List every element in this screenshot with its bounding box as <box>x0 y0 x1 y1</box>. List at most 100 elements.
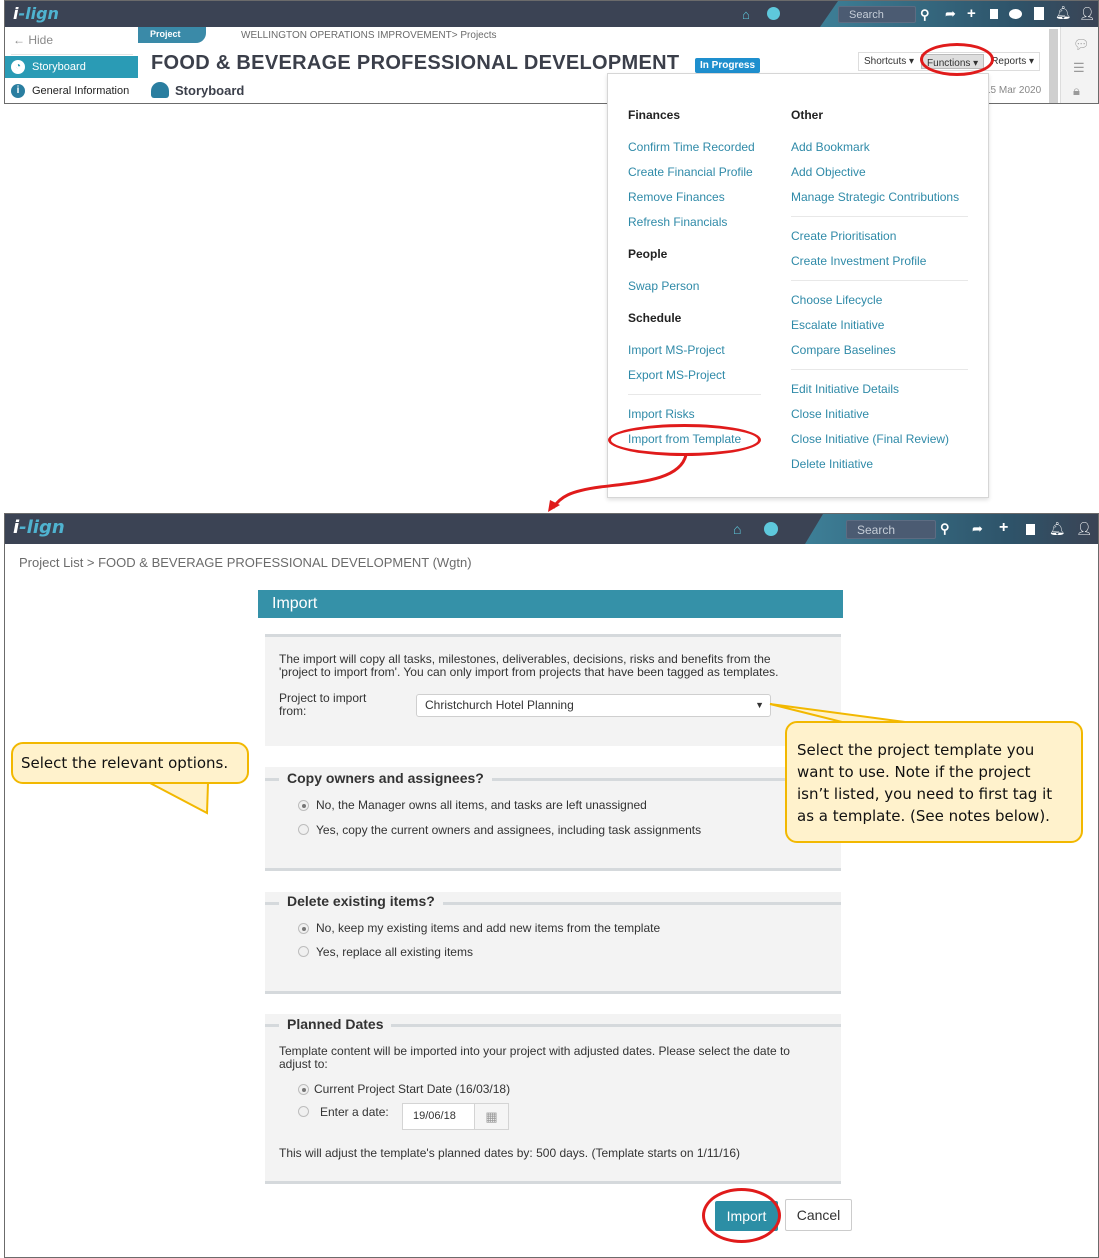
project-label-line2: from: <box>279 704 307 718</box>
menu-item-create-investment-profile[interactable]: Create Investment Profile <box>791 254 926 268</box>
calendar-icon[interactable]: ▦ <box>474 1104 508 1129</box>
cancel-button[interactable]: Cancel <box>785 1199 852 1231</box>
menu-item-manage-strategic-contributions[interactable]: Manage Strategic Contributions <box>791 190 959 204</box>
bell-icon[interactable]: 🔔︎ <box>1055 6 1072 19</box>
menu-item-add-bookmark[interactable]: Add Bookmark <box>791 140 870 154</box>
menu-item-swap-person[interactable]: Swap Person <box>628 279 699 293</box>
date-input[interactable]: 19/06/18 ▦ <box>402 1103 509 1130</box>
menu-item-delete-initiative[interactable]: Delete Initiative <box>791 457 873 471</box>
sidebar: ← Hide ◔ Storyboard i General Informatio… <box>5 27 138 103</box>
radio-label[interactable]: No, the Manager owns all items, and task… <box>316 798 647 812</box>
action-buttons: Shortcuts ▾ Functions ▾ Reports ▾ <box>858 52 1041 71</box>
menu-item-create-financial-profile[interactable]: Create Financial Profile <box>628 165 753 179</box>
adjust-days-text: This will adjust the template's planned … <box>279 1146 740 1160</box>
right-icon-strip: 💬︎ ☰ 🔒︎ <box>1060 27 1098 103</box>
menu-heading-schedule: Schedule <box>628 311 682 325</box>
menu-item-import-risks[interactable]: Import Risks <box>628 407 695 421</box>
dropdown-arrow-icon: ▼ <box>755 700 764 710</box>
radio-label[interactable]: Enter a date: <box>320 1105 389 1119</box>
radio-copy-owners-no[interactable] <box>298 800 309 811</box>
menu-heading-finances: Finances <box>628 108 681 122</box>
scrollbar[interactable] <box>1049 29 1058 103</box>
radio-current-start-date[interactable] <box>298 1084 309 1095</box>
info-icon: i <box>11 84 25 98</box>
breadcrumb[interactable]: WELLINGTON OPERATIONS IMPROVEMENT> Proje… <box>241 30 497 41</box>
user-icon[interactable]: 👤︎ <box>1079 7 1096 20</box>
radio-label[interactable]: No, keep my existing items and add new i… <box>316 921 660 935</box>
search-input[interactable]: Search <box>838 6 916 23</box>
app-logo[interactable]: i-lign <box>13 4 59 23</box>
user-icon[interactable]: 👤︎ <box>1076 522 1093 535</box>
import-source-panel: The import will copy all tasks, mileston… <box>265 634 841 746</box>
share-icon[interactable]: ➦ <box>972 522 983 535</box>
menu-item-add-objective[interactable]: Add Objective <box>791 165 866 179</box>
radio-label[interactable]: Yes, replace all existing items <box>316 945 473 959</box>
share-icon[interactable]: ➦ <box>945 7 956 20</box>
page-title: FOOD & BEVERAGE PROFESSIONAL DEVELOPMENT <box>151 52 680 74</box>
app-logo[interactable]: i-lign <box>13 517 65 538</box>
home-icon[interactable]: ⌂ <box>733 522 741 536</box>
menu-item-import-from-template[interactable]: Import from Template <box>628 432 741 446</box>
planned-dates-text-line1: Template content will be imported into y… <box>279 1044 790 1058</box>
globe-icon[interactable] <box>764 522 778 536</box>
lock-icon[interactable]: 🔒︎ <box>1073 83 1080 99</box>
sidebar-divider <box>11 54 133 55</box>
radio-delete-no[interactable] <box>298 923 309 934</box>
sidebar-item-label: Storyboard <box>32 61 86 73</box>
menu-item-create-prioritisation[interactable]: Create Prioritisation <box>791 229 896 243</box>
bell-icon[interactable]: 🔔︎ <box>1049 522 1066 535</box>
search-icon[interactable]: ⚲ <box>920 8 930 21</box>
menu-item-choose-lifecycle[interactable]: Choose Lifecycle <box>791 293 882 307</box>
menu-divider <box>628 394 761 395</box>
menu-divider <box>791 280 968 281</box>
breadcrumb[interactable]: Project List > FOOD & BEVERAGE PROFESSIO… <box>19 555 472 570</box>
menu-item-export-ms-project[interactable]: Export MS-Project <box>628 368 725 382</box>
menu-item-close-initiative[interactable]: Close Initiative <box>791 407 869 421</box>
menu-item-remove-finances[interactable]: Remove Finances <box>628 190 725 204</box>
functions-menu: Finances Confirm Time Recorded Create Fi… <box>607 73 989 498</box>
globe-icon[interactable] <box>767 7 780 20</box>
delete-existing-legend: Delete existing items? <box>279 893 443 909</box>
radio-enter-date[interactable] <box>298 1106 309 1117</box>
menu-item-refresh-financials[interactable]: Refresh Financials <box>628 215 727 229</box>
import-button[interactable]: Import <box>715 1201 778 1231</box>
home-icon[interactable]: ⌂ <box>742 8 750 21</box>
project-tab[interactable]: Project <box>138 27 206 43</box>
search-icon[interactable]: ⚲ <box>940 522 950 535</box>
document-icon[interactable] <box>1034 7 1044 20</box>
radio-delete-yes[interactable] <box>298 946 309 957</box>
menu-item-edit-initiative-details[interactable]: Edit Initiative Details <box>791 382 899 396</box>
dashboard-icon <box>151 82 169 98</box>
radio-copy-owners-yes[interactable] <box>298 824 309 835</box>
shortcuts-button[interactable]: Shortcuts ▾ <box>859 53 919 70</box>
bookmark-icon[interactable] <box>1026 524 1035 535</box>
project-to-import-select[interactable]: Christchurch Hotel Planning ▼ <box>416 694 771 717</box>
radio-label[interactable]: Yes, copy the current owners and assigne… <box>316 823 701 837</box>
reports-button[interactable]: Reports ▾ <box>986 53 1039 70</box>
planned-dates-legend: Planned Dates <box>279 1016 392 1032</box>
menu-heading-other: Other <box>791 108 824 122</box>
bookmark-icon[interactable] <box>990 9 998 19</box>
comment-icon[interactable]: 💬︎ <box>1073 37 1090 53</box>
hide-sidebar-button[interactable]: ← Hide <box>13 33 53 47</box>
menu-item-compare-baselines[interactable]: Compare Baselines <box>791 343 896 357</box>
menu-heading-people: People <box>628 247 668 261</box>
dashboard-icon: ◔ <box>11 60 25 74</box>
menu-divider <box>791 216 968 217</box>
menu-divider <box>791 369 968 370</box>
sidebar-item-general-information[interactable]: i General Information <box>5 80 138 102</box>
functions-button[interactable]: Functions ▾ <box>921 54 985 69</box>
menu-item-escalate-initiative[interactable]: Escalate Initiative <box>791 318 884 332</box>
plus-icon[interactable]: + <box>999 520 1008 536</box>
bottom-screenshot: i-lign ⌂ Search ⚲ ➦ + 🔔︎ 👤︎ Project List… <box>4 513 1099 1258</box>
sidebar-item-storyboard[interactable]: ◔ Storyboard <box>5 56 138 78</box>
search-input[interactable]: Search <box>846 520 936 539</box>
chat-icon[interactable] <box>1009 9 1022 19</box>
annotation-arrow-head <box>548 500 560 512</box>
menu-item-close-initiative-final-review[interactable]: Close Initiative (Final Review) <box>791 432 949 446</box>
list-icon[interactable]: ☰ <box>1073 60 1085 76</box>
menu-item-confirm-time-recorded[interactable]: Confirm Time Recorded <box>628 140 755 154</box>
radio-label[interactable]: Current Project Start Date (16/03/18) <box>314 1082 510 1096</box>
menu-item-import-ms-project[interactable]: Import MS-Project <box>628 343 725 357</box>
plus-icon[interactable]: + <box>967 6 976 21</box>
